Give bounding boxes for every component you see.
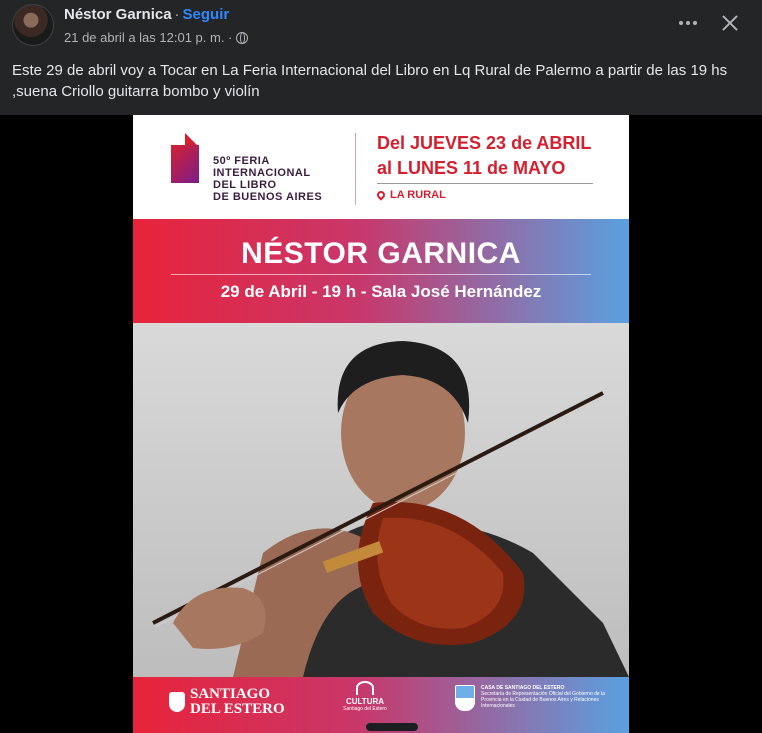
- feria-line: 50º FERIA: [213, 155, 270, 167]
- casa-santiago-logo: CASA DE SANTIAGO DEL ESTERO Secretaría d…: [455, 685, 621, 711]
- violinist-illustration: [152, 341, 629, 677]
- sde-line-1: SANTIAGO: [190, 686, 271, 702]
- event-poster: 50º FERIA INTERNACIONAL DEL LIBRO DE BUE…: [133, 115, 629, 733]
- header-divider: [355, 133, 356, 205]
- post-text: Este 29 de abril voy a Tocar en La Feria…: [12, 62, 728, 100]
- poster-header: 50º FERIA INTERNACIONAL DEL LIBRO DE BUE…: [133, 115, 629, 219]
- post-timestamp[interactable]: 21 de abril a las 12:01 p. m. ·: [64, 30, 232, 45]
- santiago-del-estero-logo: SANTIAGO DEL ESTERO: [169, 687, 285, 717]
- casa-description: Secretaría de Representación Oficial del…: [481, 691, 605, 709]
- author-line: Néstor Garnica · Seguir: [64, 6, 229, 23]
- more-icon[interactable]: [670, 8, 706, 38]
- post-meta: 21 de abril a las 12:01 p. m. ·: [64, 30, 249, 45]
- shield-icon: [169, 692, 185, 712]
- feria-name: 50º FERIA INTERNACIONAL DEL LIBRO DE BUE…: [213, 155, 322, 203]
- date-line-2: al LUNES 11 de MAYO: [377, 158, 566, 178]
- feria-logo-icon: [171, 133, 201, 183]
- feria-line: DE BUENOS AIRES: [213, 191, 323, 203]
- feria-line: DEL LIBRO: [213, 179, 277, 191]
- fair-dates: Del JUEVES 23 de ABRIL al LUNES 11 de MA…: [377, 131, 591, 181]
- sde-line-2: DEL ESTERO: [190, 701, 285, 717]
- post-header: Néstor Garnica · Seguir 21 de abril a las …: [0, 0, 762, 58]
- venue-label: LA RURAL: [390, 189, 446, 201]
- author-name[interactable]: Néstor Garnica: [64, 6, 172, 23]
- event-details: 29 de Abril - 19 h - Sala José Hernández: [220, 282, 542, 301]
- close-icon[interactable]: [712, 8, 748, 38]
- cultura-label: CULTURA: [345, 697, 385, 706]
- follow-button[interactable]: Seguir: [183, 6, 230, 23]
- cultura-icon: [352, 681, 378, 697]
- author-avatar[interactable]: [12, 4, 54, 46]
- date-line-1: Del JUEVES 23 de ABRIL: [377, 133, 592, 153]
- casa-text: CASA DE SANTIAGO DEL ESTERO Secretaría d…: [481, 685, 621, 711]
- cultura-sub: Santiago del Estero: [343, 706, 387, 712]
- provincial-shield-icon: [455, 685, 475, 711]
- post-image[interactable]: 50º FERIA INTERNACIONAL DEL LIBRO DE BUE…: [0, 115, 762, 733]
- venue: LA RURAL: [375, 189, 446, 201]
- globe-icon: [236, 31, 249, 44]
- name-separator: ·: [174, 6, 180, 23]
- scroll-indicator[interactable]: [366, 723, 418, 731]
- date-rule: [377, 183, 593, 184]
- sde-wordmark: SANTIAGO DEL ESTERO: [190, 687, 285, 717]
- location-pin-icon: [375, 189, 387, 201]
- artist-photo: [133, 323, 629, 677]
- band-rule: [171, 274, 591, 275]
- feria-line: INTERNACIONAL: [213, 167, 311, 179]
- cultura-logo: CULTURA Santiago del Estero: [338, 681, 392, 712]
- artist-band: NÉSTOR GARNICA 29 de Abril - 19 h - Sala…: [133, 219, 629, 323]
- artist-name: NÉSTOR GARNICA: [241, 237, 521, 270]
